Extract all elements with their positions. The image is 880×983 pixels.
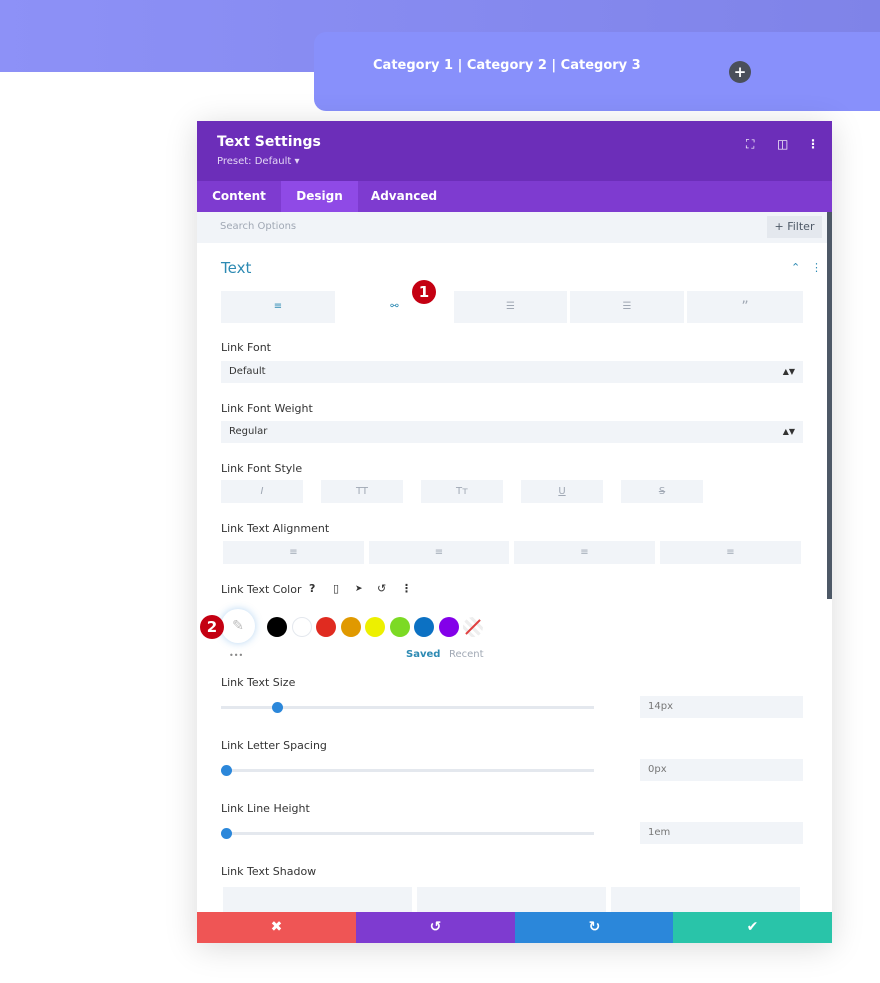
recent-colors-tab[interactable]: Recent <box>449 649 484 660</box>
align-justify-button[interactable]: ≡ <box>660 541 801 564</box>
link-font-select[interactable]: Default ▲▼ <box>221 361 803 383</box>
link-letter-spacing-input[interactable]: 0px <box>640 759 803 781</box>
unordered-list-icon: ☰ <box>506 301 515 312</box>
more-icon[interactable]: ⋮ <box>807 137 819 151</box>
link-text-alignment-label: Link Text Alignment <box>221 522 330 535</box>
link-line-height-label: Link Line Height <box>221 802 310 815</box>
underline-button[interactable]: U <box>521 480 603 503</box>
subtab-unordered-list[interactable]: ☰ <box>454 291 567 323</box>
link-text-color-label: Link Text Color <box>221 583 302 596</box>
help-icon[interactable]: ? <box>309 582 315 595</box>
ordered-list-icon: ☰ <box>622 301 632 312</box>
strikethrough-button[interactable]: S <box>621 480 703 503</box>
align-left-button[interactable]: ≡ <box>223 541 364 564</box>
link-line-height-slider[interactable] <box>221 832 594 835</box>
link-letter-spacing-label: Link Letter Spacing <box>221 739 327 752</box>
search-input[interactable]: Search Options <box>220 221 296 232</box>
redo-button[interactable]: ↻ <box>515 912 674 943</box>
link-font-style-label: Link Font Style <box>221 462 303 475</box>
cancel-button[interactable]: ✖ <box>197 912 356 943</box>
tab-bar: Content Design Advanced <box>197 181 832 212</box>
eyedropper-icon: ✎ <box>232 618 244 634</box>
color-swatch[interactable] <box>365 617 385 637</box>
color-swatch[interactable] <box>389 617 410 637</box>
panel-title: Text Settings <box>217 134 321 150</box>
slider-handle[interactable] <box>221 828 232 839</box>
align-center-icon: ≡ <box>434 547 444 558</box>
italic-button[interactable]: I <box>221 480 303 503</box>
tab-design[interactable]: Design <box>281 181 358 212</box>
expand-icon[interactable]: ⛶ <box>746 137 754 152</box>
link-font-weight-select[interactable]: Regular ▲▼ <box>221 421 803 443</box>
subtab-ordered-list[interactable]: ☰ <box>570 291 684 323</box>
category-links[interactable]: Category 1 | Category 2 | Category 3 <box>373 58 641 73</box>
link-text-size-label: Link Text Size <box>221 676 296 689</box>
align-justify-icon: ≡ <box>726 547 735 558</box>
link-text-size-input[interactable]: 14px <box>640 696 803 718</box>
color-swatch[interactable] <box>414 617 434 637</box>
quote-icon: ” <box>741 299 749 315</box>
tab-content[interactable]: Content <box>197 181 281 212</box>
link-line-height-input[interactable]: 1em <box>640 822 803 844</box>
color-picker-button[interactable]: ✎ <box>221 609 255 643</box>
swatch-transparent[interactable] <box>463 617 483 637</box>
hover-icon[interactable]: ➤ <box>355 584 363 594</box>
slider-handle[interactable] <box>271 702 283 713</box>
save-button[interactable]: ✔ <box>673 912 832 943</box>
more-colors-icon[interactable]: ••• <box>229 651 243 660</box>
align-right-button[interactable]: ≡ <box>514 541 655 564</box>
uppercase-button[interactable]: TT <box>321 480 403 503</box>
link-font-value: Default <box>229 366 266 377</box>
link-font-weight-label: Link Font Weight <box>221 402 313 415</box>
reset-icon[interactable]: ↺ <box>377 582 386 595</box>
chevron-up-icon[interactable]: ⌃ <box>791 261 800 274</box>
select-arrows-icon: ▲▼ <box>782 427 795 436</box>
link-text-shadow-label: Link Text Shadow <box>221 865 317 878</box>
color-swatch[interactable] <box>267 617 287 637</box>
filter-button[interactable]: + Filter <box>767 216 822 238</box>
saved-colors-tab[interactable]: Saved <box>406 649 440 660</box>
search-bar: Search Options + Filter <box>197 212 827 243</box>
link-font-weight-value: Regular <box>229 426 268 437</box>
color-swatch[interactable] <box>291 617 312 637</box>
responsive-icon[interactable]: ▯ <box>333 582 339 595</box>
section-title: Text <box>221 259 252 277</box>
select-arrows-icon: ▲▼ <box>782 367 795 376</box>
color-swatch[interactable] <box>316 617 336 637</box>
options-icon[interactable]: ⋮ <box>401 582 412 595</box>
badge-1: 1 <box>412 280 436 304</box>
link-font-label: Link Font <box>221 341 271 354</box>
text-settings-panel: Text Settings Preset: Default ▾ ⛶ ◫ ⋮ Co… <box>197 121 832 943</box>
badge-2: 2 <box>200 615 224 639</box>
link-icon: ⚯ <box>390 301 399 312</box>
panel-header: Text Settings Preset: Default ▾ ⛶ ◫ ⋮ <box>197 121 832 181</box>
plus-icon[interactable]: + <box>729 61 751 83</box>
tab-advanced[interactable]: Advanced <box>358 181 450 212</box>
align-center-button[interactable]: ≡ <box>369 541 509 564</box>
link-letter-spacing-slider[interactable] <box>221 769 594 772</box>
subtab-text[interactable]: ≡ <box>221 291 335 323</box>
subtab-quote[interactable]: ” <box>687 291 803 323</box>
align-right-icon: ≡ <box>580 547 589 558</box>
undo-button[interactable]: ↺ <box>356 912 515 943</box>
section-more-icon[interactable]: ⋮ <box>811 261 822 274</box>
sidebar-icon[interactable]: ◫ <box>777 137 788 151</box>
color-swatch[interactable] <box>438 617 459 637</box>
panel-footer: ✖ ↺ ↻ ✔ <box>197 912 832 943</box>
preset-dropdown[interactable]: Preset: Default ▾ <box>217 156 299 167</box>
capitalize-button[interactable]: Tт <box>421 480 503 503</box>
scrollbar[interactable] <box>827 212 832 599</box>
text-align-icon: ≡ <box>273 301 283 312</box>
slider-handle[interactable] <box>221 765 232 776</box>
color-swatch[interactable] <box>340 617 361 637</box>
align-left-icon: ≡ <box>289 547 298 558</box>
